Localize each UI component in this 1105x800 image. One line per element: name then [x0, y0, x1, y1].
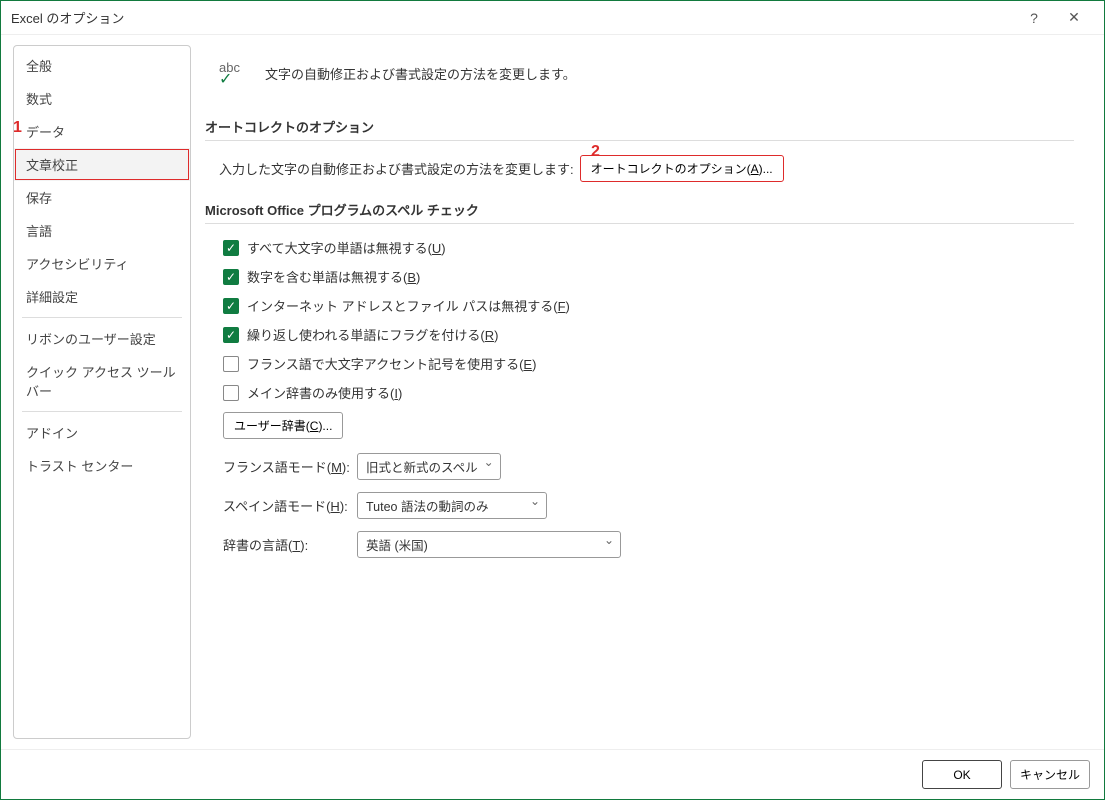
checkmark-icon: ✓ — [219, 74, 232, 85]
spanish-mode-row: スペイン語モード(H): Tuteo 語法の動詞のみ — [223, 492, 1074, 519]
autocorrect-options-button[interactable]: オートコレクトのオプション(A)... — [580, 155, 784, 182]
sidebar-item-customize-ribbon[interactable]: リボンのユーザー設定 — [14, 322, 190, 355]
ok-button[interactable]: OK — [922, 760, 1002, 789]
titlebar: Excel のオプション ? ✕ — [1, 1, 1104, 35]
section-autocorrect-title: オートコレクトのオプション — [205, 117, 1074, 141]
section-spellcheck-title: Microsoft Office プログラムのスペル チェック — [205, 200, 1074, 224]
close-icon[interactable]: ✕ — [1054, 9, 1094, 26]
sidebar-item-advanced[interactable]: 詳細設定 — [14, 280, 190, 313]
sidebar-separator — [22, 317, 182, 318]
sidebar-item-language[interactable]: 言語 — [14, 214, 190, 247]
french-mode-label: フランス語モード(M): — [223, 457, 357, 476]
window-title: Excel のオプション — [11, 8, 1014, 27]
custom-dictionaries-button[interactable]: ユーザー辞書(C)... — [223, 412, 343, 439]
dict-language-select[interactable]: 英語 (米国) — [357, 531, 621, 558]
dict-language-label: 辞書の言語(T): — [223, 535, 357, 554]
cancel-button[interactable]: キャンセル — [1010, 760, 1090, 789]
sidebar-item-data[interactable]: データ — [14, 115, 190, 148]
checkbox-icon[interactable] — [223, 385, 239, 401]
french-mode-select[interactable]: 旧式と新式のスペル — [357, 453, 501, 480]
autocorrect-row: 入力した文字の自動修正および書式設定の方法を変更します: オートコレクトのオプシ… — [219, 155, 1074, 182]
spellcheck-options: ✓ すべて大文字の単語は無視する(U) ✓ 数字を含む単語は無視する(B) ✓ … — [223, 238, 1074, 439]
check-ignore-internet[interactable]: ✓ インターネット アドレスとファイル パスは無視する(F) — [223, 296, 1074, 315]
check-french-accent[interactable]: フランス語で大文字アクセント記号を使用する(E) — [223, 354, 1074, 373]
sidebar-item-general[interactable]: 全般 — [14, 49, 190, 82]
checkbox-icon[interactable]: ✓ — [223, 298, 239, 314]
spanish-mode-select[interactable]: Tuteo 語法の動詞のみ — [357, 492, 547, 519]
sidebar-separator — [22, 411, 182, 412]
annotation-2: 2 — [591, 143, 600, 161]
check-flag-repeated[interactable]: ✓ 繰り返し使われる単語にフラグを付ける(R) — [223, 325, 1074, 344]
annotation-1: 1 — [13, 119, 22, 137]
check-ignore-numbers[interactable]: ✓ 数字を含む単語は無視する(B) — [223, 267, 1074, 286]
sidebar-item-addins[interactable]: アドイン — [14, 416, 190, 449]
sidebar-item-save[interactable]: 保存 — [14, 181, 190, 214]
sidebar-item-formulas[interactable]: 数式 — [14, 82, 190, 115]
hero-row: abc ✓ 文字の自動修正および書式設定の方法を変更します。 — [205, 57, 1074, 89]
sidebar: 全般 数式 データ 文章校正 保存 言語 アクセシビリティ 詳細設定 リボンのユ… — [13, 45, 191, 739]
sidebar-item-accessibility[interactable]: アクセシビリティ — [14, 247, 190, 280]
sidebar-item-proofing[interactable]: 文章校正 — [14, 148, 190, 181]
checkbox-icon[interactable]: ✓ — [223, 269, 239, 285]
dict-language-row: 辞書の言語(T): 英語 (米国) — [223, 531, 1074, 558]
proofing-hero-icon: abc ✓ — [219, 57, 251, 89]
dialog-footer: OK キャンセル — [1, 749, 1104, 799]
content-pane: abc ✓ 文字の自動修正および書式設定の方法を変更します。 オートコレクトのオ… — [199, 45, 1092, 739]
help-icon[interactable]: ? — [1014, 10, 1054, 26]
checkbox-icon[interactable]: ✓ — [223, 240, 239, 256]
check-ignore-uppercase[interactable]: ✓ すべて大文字の単語は無視する(U) — [223, 238, 1074, 257]
options-dialog: Excel のオプション ? ✕ 全般 数式 データ 文章校正 保存 言語 アク… — [0, 0, 1105, 800]
check-main-dict-only[interactable]: メイン辞書のみ使用する(I) — [223, 383, 1074, 402]
spanish-mode-label: スペイン語モード(H): — [223, 496, 357, 515]
french-mode-row: フランス語モード(M): 旧式と新式のスペル — [223, 453, 1074, 480]
dialog-body: 全般 数式 データ 文章校正 保存 言語 アクセシビリティ 詳細設定 リボンのユ… — [1, 35, 1104, 749]
checkbox-icon[interactable] — [223, 356, 239, 372]
hero-text: 文字の自動修正および書式設定の方法を変更します。 — [265, 64, 576, 83]
sidebar-item-trust-center[interactable]: トラスト センター — [14, 449, 190, 482]
autocorrect-desc: 入力した文字の自動修正および書式設定の方法を変更します: — [219, 159, 574, 178]
sidebar-item-quick-access[interactable]: クイック アクセス ツール バー — [14, 355, 190, 407]
checkbox-icon[interactable]: ✓ — [223, 327, 239, 343]
